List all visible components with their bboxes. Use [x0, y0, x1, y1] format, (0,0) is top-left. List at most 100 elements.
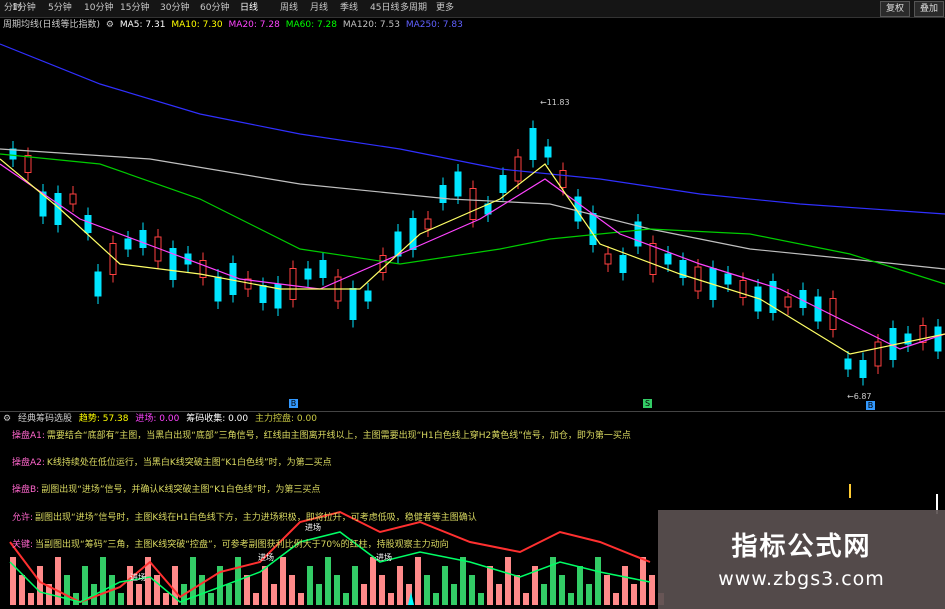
timeframe-tab[interactable]: 1分钟	[12, 2, 36, 15]
watermark-banner: 指标公式网 www.zbgs3.com	[658, 510, 945, 609]
histogram-bar	[289, 575, 295, 605]
candle-body	[364, 290, 372, 302]
low-price-label: ←6.87	[847, 392, 872, 401]
signal-tick	[849, 484, 851, 498]
histogram-bar	[100, 557, 106, 605]
histogram-bar	[253, 593, 259, 605]
candle-body	[319, 260, 327, 278]
entry-signal-label: 进场	[130, 573, 146, 582]
histogram-bar	[55, 557, 61, 605]
histogram-bar	[541, 584, 547, 605]
settings-icon[interactable]: ⚙	[106, 20, 114, 30]
histogram-bar	[19, 575, 25, 605]
timeframe-tab[interactable]: 日线	[240, 2, 258, 15]
timeframe-tab[interactable]: 更多	[436, 2, 454, 15]
histogram-bar	[631, 584, 637, 605]
candle-body	[214, 276, 222, 302]
candlestick-chart[interactable]	[0, 34, 945, 411]
candle-body	[139, 230, 147, 248]
histogram-bar	[271, 584, 277, 605]
ma5-value: MA5: 7.31	[119, 20, 166, 30]
blue-marker-icon: B	[866, 401, 875, 410]
timeframe-tab[interactable]: 5分钟	[48, 2, 72, 15]
histogram-bar	[316, 584, 322, 605]
histogram-bar	[514, 575, 520, 605]
ma-title: 周期均线(日线等比指数)	[3, 20, 101, 30]
candle-body	[289, 268, 297, 300]
candle-body	[304, 268, 312, 280]
entry-signal-label: 进场	[305, 523, 321, 532]
histogram-bar	[487, 566, 493, 605]
timeframe-tab[interactable]: 30分钟	[160, 2, 189, 15]
candle-body	[874, 341, 882, 367]
candle-body	[424, 218, 432, 230]
histogram-bar	[352, 566, 358, 605]
timeframe-tab[interactable]: 多周期	[400, 2, 427, 15]
histogram-bar	[397, 566, 403, 605]
timeframe-tab[interactable]: 周线	[280, 2, 298, 15]
histogram-bar	[163, 593, 169, 605]
timeframe-tab[interactable]: 月线	[310, 2, 328, 15]
timeframe-tab[interactable]: 10分钟	[84, 2, 113, 15]
histogram-bar	[199, 575, 205, 605]
timeframe-tab[interactable]: 季线	[340, 2, 358, 15]
histogram-bar	[37, 566, 43, 605]
histogram-bar	[496, 584, 502, 605]
timeframe-tab[interactable]: 60分钟	[200, 2, 229, 15]
histogram-bar	[451, 584, 457, 605]
histogram-bar	[622, 566, 628, 605]
fuquan-tab[interactable]: 复权	[880, 1, 911, 17]
histogram-bar	[307, 566, 313, 605]
candle-body	[69, 193, 77, 205]
histogram-bar	[577, 566, 583, 605]
candle-body	[439, 185, 447, 203]
histogram-bar	[388, 593, 394, 605]
candle-body	[934, 326, 942, 352]
rule-line: 关键: 当副图出现“筹码”三角，主图K线突破“控盘”，可参考副图获利比例大于70%…	[12, 540, 449, 550]
histogram-bar	[595, 557, 601, 605]
candle-body	[24, 155, 32, 173]
histogram-bar	[64, 575, 70, 605]
candle-body	[84, 215, 92, 233]
candle-body	[514, 156, 522, 182]
period-toolbar: 分时 1分钟 5分钟 10分钟 15分钟 30分钟 60分钟 日线 周线 月线 季线 45日线 多周期更…	[0, 0, 945, 18]
ma10-value: MA10: 7.30	[171, 20, 223, 30]
histogram-bar	[136, 584, 142, 605]
candle-body	[469, 188, 477, 220]
candle-body	[274, 283, 282, 309]
rule-line: 操盘A2: K线持续处在低位运行，当黑白K线突破主图“K1白色线”时，为第二买点	[12, 458, 332, 468]
timeframe-tab[interactable]: 15分钟	[120, 2, 149, 15]
candle-body	[784, 296, 792, 308]
histogram-bar	[334, 575, 340, 605]
candle-body	[499, 175, 507, 193]
candle-body	[349, 288, 357, 320]
histogram-bar	[559, 575, 565, 605]
watermark-title: 指标公式网	[731, 532, 872, 562]
candle-body	[94, 271, 102, 297]
histogram-bar	[262, 566, 268, 605]
histogram-bar	[604, 575, 610, 605]
candle-body	[544, 146, 552, 158]
candle-body	[229, 263, 237, 295]
rule-line: 操盘B: 副图出现“进场”信号，并确认K线突破主图“K1白色线”时，为第三买点	[12, 485, 321, 495]
histogram-bar	[298, 593, 304, 605]
candle-body	[619, 255, 627, 273]
ma250-value: MA250: 7.83	[405, 20, 463, 30]
histogram-bar	[361, 584, 367, 605]
high-price-label: ←11.83	[540, 98, 570, 107]
histogram-bar	[433, 593, 439, 605]
histogram-bar	[460, 557, 466, 605]
timeframe-tab[interactable]: 45日线	[370, 2, 399, 15]
entry-signal-label: 进场	[258, 553, 274, 562]
candle-body	[529, 128, 537, 160]
overlay-tab[interactable]: 叠加	[914, 1, 945, 17]
candle-body	[259, 285, 267, 303]
histogram-bar	[586, 584, 592, 605]
rule-line: 操盘A1: 需要结合“底部有”主图，当黑白出现“底部”三角信号，红线由主图离开线以…	[12, 431, 631, 441]
ma60-value: MA60: 7.28	[285, 20, 338, 30]
histogram-bar	[613, 593, 619, 605]
histogram-bar	[154, 575, 160, 605]
candle-body	[724, 273, 732, 285]
histogram-bar	[505, 557, 511, 605]
histogram-bar	[469, 575, 475, 605]
